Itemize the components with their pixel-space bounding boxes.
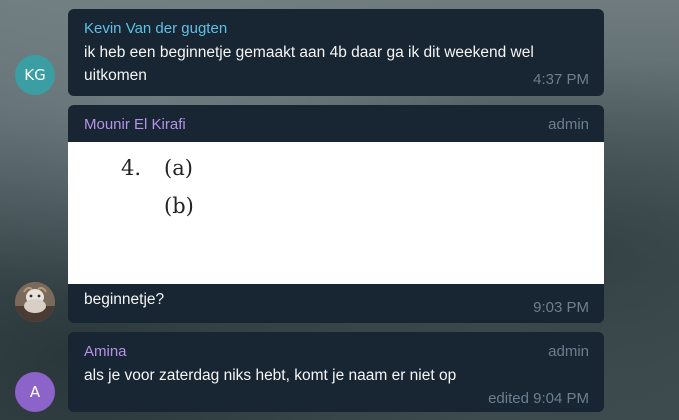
image-item-b: (b) [164,194,194,218]
sender-name[interactable]: Amina [84,343,127,360]
image-number: 4. [121,156,142,180]
message-time: 4:37 PM [533,71,589,88]
message-text: beginnetje? [84,291,165,308]
admin-badge: admin [548,116,589,133]
message-time: edited 9:04 PM [488,390,589,407]
image-item-a: (a) [164,156,193,180]
message-bubble[interactable]: Amina admin als je voor zaterdag niks he… [68,332,604,412]
attached-image[interactable]: 4. (a) (b) [68,142,604,284]
avatar-kevin[interactable]: KG [15,55,55,95]
admin-badge: admin [548,343,589,360]
message-bubble[interactable]: Mounir El Kirafi admin 4. (a) (b) beginn… [68,105,604,323]
message-text: als je voor zaterdag niks hebt, komt je … [84,367,457,384]
message-time: 9:03 PM [533,299,589,316]
message-bubble[interactable]: Kevin Van der gugten ik heb een beginnet… [68,9,604,96]
message-text: ik heb een beginnetje gemaakt aan 4b daa… [84,44,534,84]
user-photo-icon [15,282,55,322]
avatar-mounir[interactable] [15,282,55,322]
sender-name[interactable]: Kevin Van der gugten [84,20,227,37]
avatar-amina[interactable]: A [15,372,55,412]
sender-name[interactable]: Mounir El Kirafi [84,116,186,133]
